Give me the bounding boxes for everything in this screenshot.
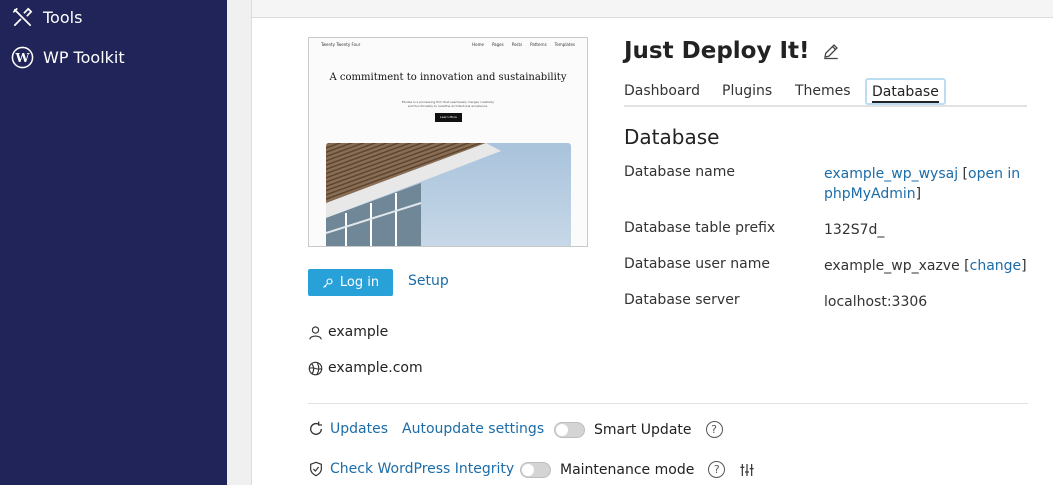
check-integrity-action[interactable]: Check WordPress Integrity xyxy=(308,461,514,477)
updates-action[interactable]: Updates xyxy=(308,421,388,437)
change-user-link[interactable]: change xyxy=(970,258,1022,274)
divider xyxy=(308,403,1028,404)
maintenance-label: Maintenance mode xyxy=(560,461,695,478)
smart-update-control: Smart Update ? xyxy=(554,421,723,438)
maintenance-toggle[interactable] xyxy=(520,461,551,478)
check-integrity-link[interactable]: Check WordPress Integrity xyxy=(330,461,514,477)
maintenance-control: Maintenance mode ? xyxy=(520,461,755,478)
site-preview[interactable]: Twenty Twenty Four Home Pages Posts Patt… xyxy=(308,37,588,247)
site-owner: example xyxy=(308,324,388,340)
preview-cta: Learn More xyxy=(435,113,462,122)
autoupdate-settings-link[interactable]: Autoupdate settings xyxy=(402,421,544,437)
preview-nav-item: Patterns xyxy=(530,42,547,47)
tools-icon xyxy=(13,7,33,27)
sliders-settings-icon[interactable] xyxy=(739,462,755,478)
wordpress-icon: W xyxy=(11,46,34,69)
site-domain: example.com xyxy=(308,360,423,376)
bracket-close: ] xyxy=(1021,258,1027,274)
tab-themes[interactable]: Themes xyxy=(795,83,851,99)
db-user-label: Database user name xyxy=(624,256,770,272)
preview-nav-item: Templates xyxy=(554,42,575,47)
preview-nav-item: Home xyxy=(472,42,484,47)
site-title-text: Just Deploy It! xyxy=(624,38,810,64)
globe-icon xyxy=(308,361,323,375)
tab-database[interactable]: Database xyxy=(865,78,946,105)
sidebar-item-tools[interactable]: Tools xyxy=(11,6,82,29)
edit-pencil-icon[interactable] xyxy=(822,42,840,60)
user-icon xyxy=(309,325,322,340)
db-name-link[interactable]: example_wp_wysaj xyxy=(824,166,958,182)
setup-link[interactable]: Setup xyxy=(408,273,449,289)
login-button[interactable]: Log in xyxy=(308,269,393,296)
site-card: Twenty Twenty Four Home Pages Posts Patt… xyxy=(251,0,1053,485)
sidebar-item-label: WP Toolkit xyxy=(43,48,125,67)
card-top-strip xyxy=(252,0,1053,18)
smart-update-label: Smart Update xyxy=(594,421,692,438)
db-user-name: example_wp_xazve xyxy=(824,258,960,274)
site-title: Just Deploy It! xyxy=(624,38,840,64)
shield-check-icon xyxy=(310,461,322,477)
smart-update-toggle[interactable] xyxy=(554,421,585,438)
db-prefix-label: Database table prefix xyxy=(624,220,776,236)
main-content: Twenty Twenty Four Home Pages Posts Patt… xyxy=(227,0,1053,485)
db-server-value: localhost:3306 xyxy=(824,294,928,310)
db-server-label: Database server xyxy=(624,292,740,308)
preview-nav: Twenty Twenty Four Home Pages Posts Patt… xyxy=(321,42,575,47)
svg-text:W: W xyxy=(15,50,31,65)
sidebar-item-label: Tools xyxy=(43,8,83,27)
preview-subtext: Études is a pioneering firm that seamles… xyxy=(401,100,495,108)
db-prefix-value: 132S7d_ xyxy=(824,222,885,238)
maintenance-help-icon[interactable]: ? xyxy=(708,461,726,478)
key-icon xyxy=(323,277,333,288)
tab-database-label: Database xyxy=(872,84,939,103)
preview-nav-item: Pages xyxy=(491,42,504,47)
sidebar-item-wp-toolkit[interactable]: W WP Toolkit xyxy=(11,46,125,69)
db-name-label: Database name xyxy=(624,164,735,180)
refresh-icon xyxy=(310,421,322,435)
db-name-value: example_wp_wysaj [open in phpMyAdmin] xyxy=(824,164,1044,204)
db-user-value: example_wp_xazve [change] xyxy=(824,256,1044,276)
site-owner-name: example xyxy=(328,324,389,340)
database-heading: Database xyxy=(624,125,720,149)
login-label: Log in xyxy=(339,275,380,290)
tab-dashboard[interactable]: Dashboard xyxy=(624,83,700,99)
bracket-close: ] xyxy=(915,186,922,202)
preview-brand: Twenty Twenty Four xyxy=(321,42,361,47)
site-tabs: Dashboard Plugins Themes Database xyxy=(624,78,1027,107)
preview-headline: A commitment to innovation and sustainab… xyxy=(329,72,567,83)
tab-plugins[interactable]: Plugins xyxy=(722,83,772,99)
updates-link[interactable]: Updates xyxy=(330,421,388,437)
preview-building-image xyxy=(326,143,571,246)
preview-nav-item: Posts xyxy=(511,42,523,47)
sidebar: Tools W WP Toolkit xyxy=(0,0,227,485)
site-domain-name: example.com xyxy=(328,360,423,376)
smart-update-help-icon[interactable]: ? xyxy=(705,421,723,438)
